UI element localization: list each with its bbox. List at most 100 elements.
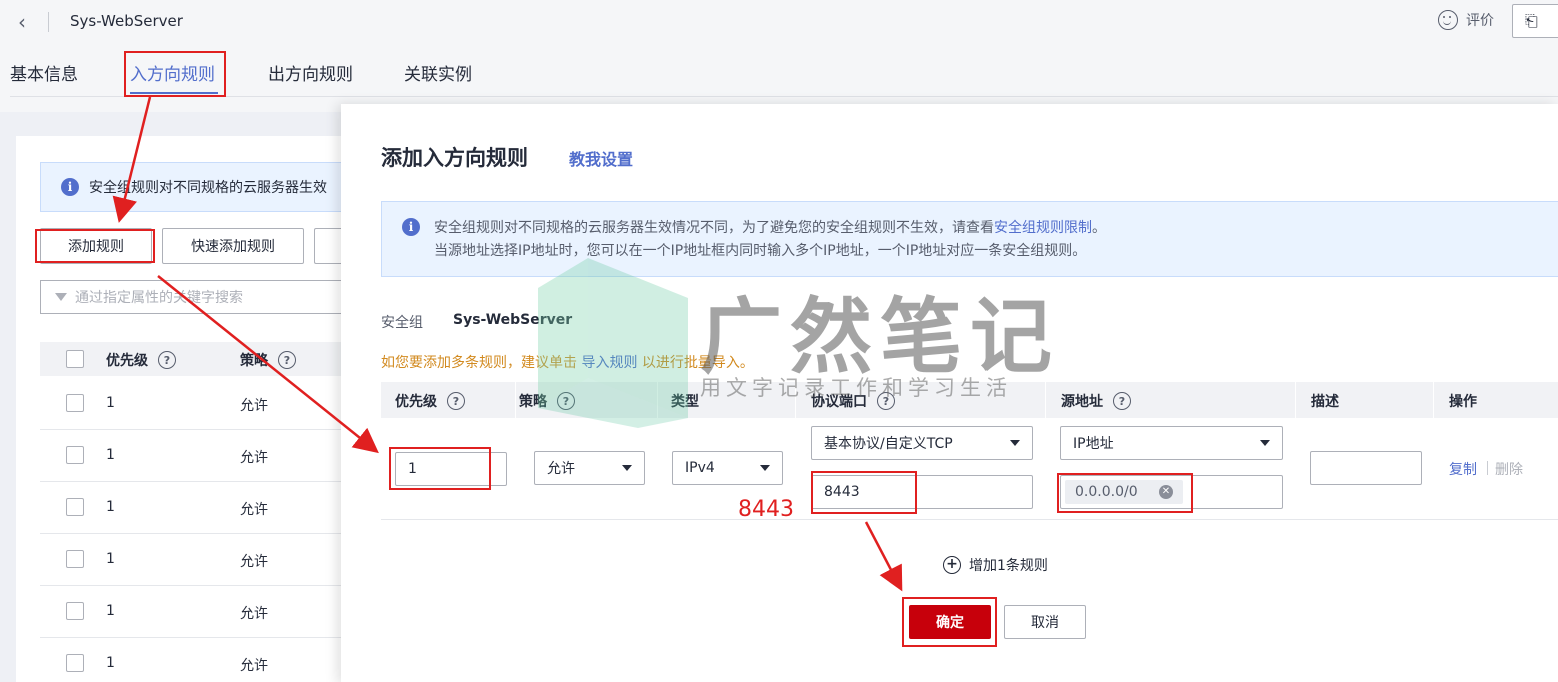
table-header: 优先级 ? 策略 ?	[40, 342, 360, 376]
highlight-priority	[389, 447, 491, 490]
chevron-down-icon	[760, 465, 770, 471]
type-select[interactable]: IPv4	[672, 451, 783, 485]
table-row: 1 允许	[40, 534, 360, 586]
help-icon[interactable]: ?	[447, 392, 465, 410]
select-all-checkbox[interactable]	[66, 350, 84, 368]
header-policy: 策略 ?	[240, 350, 296, 370]
highlight-confirm	[902, 597, 997, 647]
row-checkbox[interactable]	[66, 550, 84, 568]
source-type-value: IP地址	[1073, 436, 1114, 452]
tab-outbound-rules[interactable]: 出方向规则	[268, 60, 353, 85]
chevron-down-icon	[622, 465, 632, 471]
row-policy: 允许	[240, 502, 268, 518]
smile-icon	[1438, 10, 1458, 30]
background-notice-text: 安全组规则对不同规格的云服务器生效	[89, 180, 327, 196]
rate-button[interactable]: 评价	[1438, 10, 1494, 30]
row-policy: 允许	[240, 450, 268, 466]
row-priority: 1	[106, 603, 115, 619]
header-priority-label: 优先级	[106, 353, 148, 369]
col-priority-label: 优先级	[395, 394, 437, 410]
add-one-rule-button[interactable]: + 增加1条规则	[943, 555, 1048, 575]
tab-bar: 基本信息 入方向规则 出方向规则 关联实例	[0, 44, 1558, 112]
chevron-down-icon	[1010, 440, 1020, 446]
col-priority: 优先级 ?	[395, 391, 465, 411]
description-input[interactable]	[1310, 451, 1422, 485]
rule-limit-link[interactable]: 安全组规则限制	[994, 220, 1092, 236]
tabs-divider	[10, 96, 1558, 97]
table-row: 1 允许	[40, 378, 360, 430]
security-group-label: 安全组	[381, 315, 423, 331]
dialog-title: 添加入方向规则	[381, 146, 528, 170]
row-priority: 1	[106, 447, 115, 463]
col-source: 源地址 ?	[1061, 391, 1131, 411]
export-icon: ⎗	[1525, 11, 1538, 30]
help-icon[interactable]: ?	[278, 351, 296, 369]
header-priority: 优先级 ?	[106, 350, 176, 370]
search-input[interactable]: 通过指定属性的关键字搜索	[40, 280, 360, 314]
tab-basic-info[interactable]: 基本信息	[10, 60, 78, 85]
watermark-logo-icon	[538, 258, 688, 428]
protocol-select-value: 基本协议/自定义TCP	[824, 436, 953, 452]
divider	[48, 12, 49, 32]
col-action: 操作	[1449, 394, 1477, 410]
info-icon: i	[402, 218, 420, 236]
filter-icon	[55, 293, 67, 301]
help-icon[interactable]: ?	[1113, 392, 1131, 410]
table-row: 1 允许	[40, 482, 360, 534]
back-chevron-icon[interactable]: ‹	[18, 10, 26, 34]
policy-select-value: 允许	[547, 461, 575, 477]
copy-link[interactable]: 复制	[1449, 459, 1477, 479]
row-policy: 允许	[240, 398, 268, 414]
col-source-label: 源地址	[1061, 394, 1103, 410]
export-button[interactable]: ⎗	[1512, 4, 1558, 38]
help-setup-link[interactable]: 教我设置	[569, 146, 633, 170]
table-row: 1 允许	[40, 638, 360, 682]
row-policy: 允许	[240, 554, 268, 570]
notice-line-1-text: 安全组规则对不同规格的云服务器生效情况不同，为了避免您的安全组规则不生效，请查看	[434, 220, 994, 236]
notice-line-2: 当源地址选择IP地址时，您可以在一个IP地址框内同时输入多个IP地址，一个IP地…	[434, 243, 1087, 259]
search-placeholder: 通过指定属性的关键字搜索	[75, 290, 243, 306]
row-policy: 允许	[240, 606, 268, 622]
plus-circle-icon: +	[943, 556, 961, 574]
port-annotation: 8443	[738, 497, 794, 522]
tab-associated-instances[interactable]: 关联实例	[404, 60, 472, 85]
top-bar: ‹ Sys-WebServer 评价 ⎗	[0, 0, 1558, 44]
delete-link[interactable]: 删除	[1495, 459, 1523, 479]
protocol-select[interactable]: 基本协议/自定义TCP	[811, 426, 1033, 460]
divider	[1487, 461, 1488, 475]
row-checkbox[interactable]	[66, 394, 84, 412]
highlight-port	[811, 471, 917, 514]
row-policy: 允许	[240, 658, 268, 674]
row-priority: 1	[106, 499, 115, 515]
watermark-subtitle: 用文字记录工作和学习生活	[700, 376, 1012, 400]
type-select-value: IPv4	[685, 460, 715, 476]
source-type-select[interactable]: IP地址	[1060, 426, 1283, 460]
page-title: Sys-WebServer	[70, 12, 183, 30]
row-priority: 1	[106, 395, 115, 411]
row-checkbox[interactable]	[66, 602, 84, 620]
highlight-inbound-tab	[124, 51, 226, 97]
row-checkbox[interactable]	[66, 498, 84, 516]
info-icon: i	[61, 178, 79, 196]
table-row: 1 允许	[40, 430, 360, 482]
row-checkbox[interactable]	[66, 446, 84, 464]
add-one-rule-label: 增加1条规则	[969, 558, 1048, 574]
row-checkbox[interactable]	[66, 654, 84, 672]
row-divider	[381, 519, 1558, 520]
col-description: 描述	[1311, 394, 1339, 410]
notice-line-1: 安全组规则对不同规格的云服务器生效情况不同，为了避免您的安全组规则不生效，请查看…	[434, 217, 1106, 237]
header-policy-label: 策略	[240, 353, 268, 369]
highlight-add-rule	[35, 229, 155, 263]
row-priority: 1	[106, 655, 115, 671]
notice-line-1-suffix: 。	[1092, 220, 1106, 236]
cancel-button[interactable]: 取消	[1004, 605, 1086, 639]
rate-label: 评价	[1466, 13, 1494, 29]
policy-select[interactable]: 允许	[534, 451, 645, 485]
table-row: 1 允许	[40, 586, 360, 638]
highlight-source	[1057, 473, 1193, 513]
row-priority: 1	[106, 551, 115, 567]
chevron-down-icon	[1260, 440, 1270, 446]
help-icon[interactable]: ?	[158, 351, 176, 369]
quick-add-rule-button[interactable]: 快速添加规则	[162, 228, 304, 264]
background-notice: i 安全组规则对不同规格的云服务器生效	[40, 162, 360, 212]
